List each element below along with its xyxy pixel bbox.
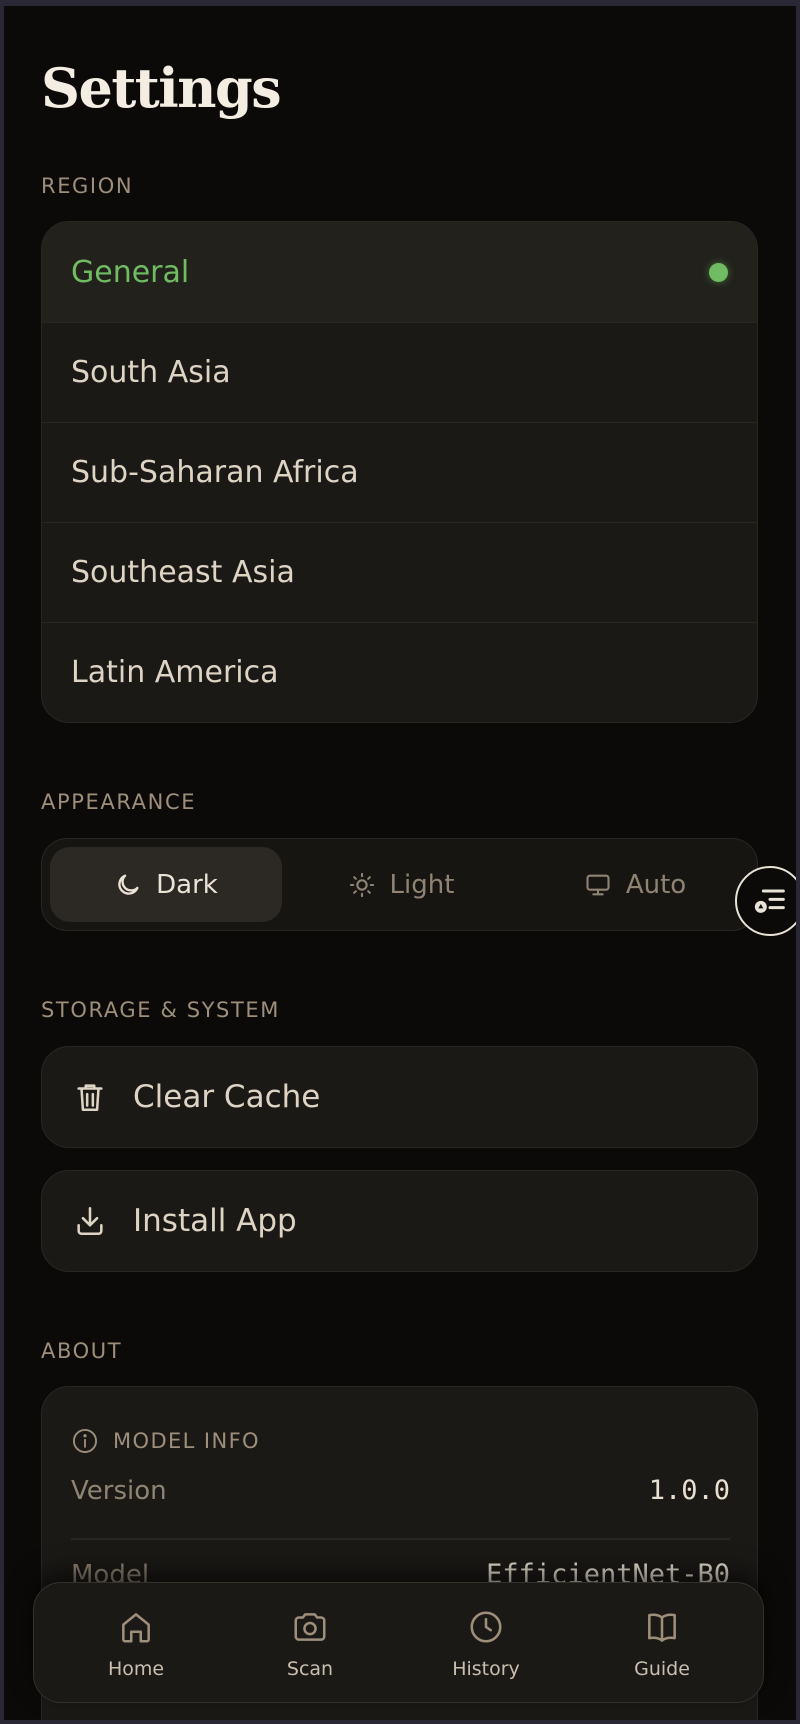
page-title: Settings	[41, 56, 282, 120]
book-icon	[648, 1613, 676, 1642]
region-item-southeast-asia[interactable]: Southeast Asia	[42, 522, 757, 622]
region-item-sub-saharan-africa[interactable]: Sub-Saharan Africa	[42, 422, 757, 522]
monitor-icon	[586, 874, 610, 895]
download-icon	[77, 1206, 103, 1236]
model-info-heading-label: MODEL INFO	[113, 1429, 260, 1453]
region-item-label: South Asia	[71, 355, 231, 390]
install-app-button[interactable]: Install App	[41, 1170, 758, 1272]
version-key: Version	[71, 1475, 167, 1506]
region-item-south-asia[interactable]: South Asia	[42, 322, 757, 422]
settings-screen: Settings REGION General South Asia Sub-S…	[4, 6, 796, 1720]
nav-item-label: Scan	[286, 1657, 334, 1680]
nav-item-label: Guide	[634, 1657, 690, 1680]
camera-icon	[294, 1612, 326, 1641]
home-icon	[122, 1612, 150, 1643]
region-item-label: General	[71, 254, 190, 290]
theme-option-label: Auto	[625, 869, 687, 900]
region-section-label: REGION	[41, 174, 134, 198]
floating-menu-button[interactable]	[735, 866, 796, 936]
nav-item-home[interactable]: Home	[66, 1583, 206, 1704]
bottom-navigation: Home Scan History Guide	[33, 1582, 764, 1703]
nav-item-scan[interactable]: Scan	[240, 1583, 380, 1704]
region-item-label: Sub-Saharan Africa	[71, 455, 359, 490]
filter-list-icon	[754, 889, 785, 913]
nav-item-history[interactable]: History	[416, 1583, 556, 1704]
version-row: Version 1.0.0	[71, 1475, 730, 1506]
install-app-label: Install App	[133, 1203, 297, 1239]
appearance-section-label: APPEARANCE	[41, 790, 197, 814]
region-item-general[interactable]: General	[42, 222, 757, 322]
trash-icon	[77, 1084, 103, 1112]
region-item-label: Southeast Asia	[71, 555, 295, 590]
moon-icon	[118, 874, 139, 895]
clear-cache-button[interactable]: Clear Cache	[41, 1046, 758, 1148]
about-section-label: ABOUT	[41, 1339, 123, 1363]
sun-icon	[349, 872, 374, 897]
info-icon	[72, 1428, 98, 1454]
theme-option-light[interactable]: Light	[285, 847, 517, 922]
nav-item-guide[interactable]: Guide	[592, 1583, 732, 1704]
clock-icon	[470, 1610, 502, 1643]
theme-option-auto[interactable]: Auto	[519, 847, 751, 922]
nav-item-label: History	[452, 1657, 520, 1680]
storage-section-label: STORAGE & SYSTEM	[41, 998, 280, 1022]
region-item-latin-america[interactable]: Latin America	[42, 622, 757, 722]
divider	[71, 1538, 730, 1540]
region-list: General South Asia Sub-Saharan Africa So…	[41, 221, 758, 723]
region-item-label: Latin America	[71, 655, 279, 690]
active-indicator-dot	[709, 262, 728, 282]
nav-item-label: Home	[107, 1657, 165, 1680]
clear-cache-label: Clear Cache	[133, 1079, 321, 1115]
theme-option-label: Dark	[156, 869, 218, 900]
theme-option-dark[interactable]: Dark	[50, 847, 282, 922]
model-info-heading: MODEL INFO	[71, 1427, 260, 1455]
version-value: 1.0.0	[648, 1475, 730, 1506]
theme-option-label: Light	[389, 869, 455, 900]
theme-segmented-control: Dark Light Auto	[41, 838, 758, 931]
